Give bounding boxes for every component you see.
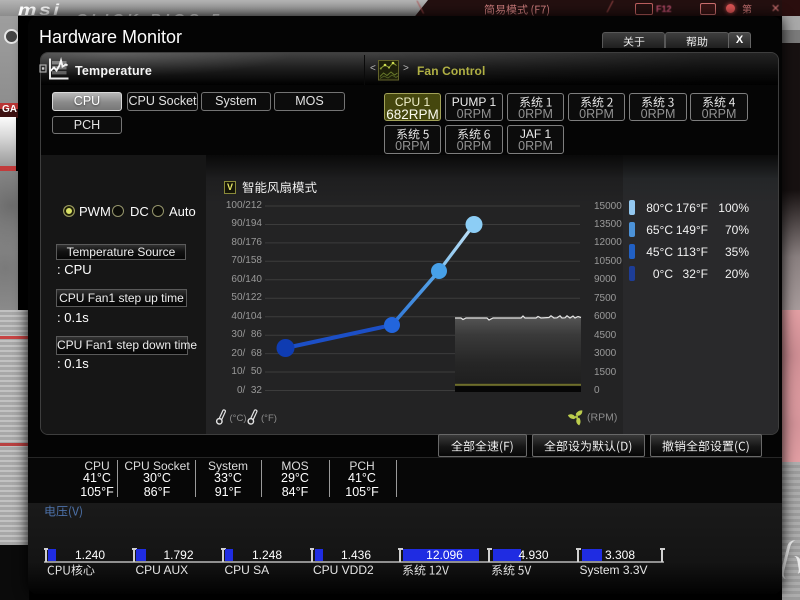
svg-text:(°F): (°F)	[261, 413, 277, 424]
svg-text:(°C): (°C)	[230, 413, 247, 424]
svg-text:(RPM): (RPM)	[587, 412, 617, 424]
